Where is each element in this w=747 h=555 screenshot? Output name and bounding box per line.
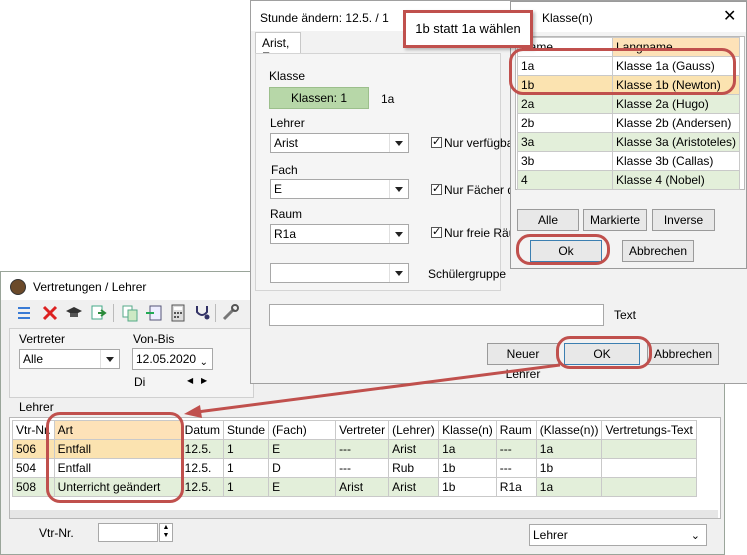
annotation-arrow [184, 363, 561, 418]
